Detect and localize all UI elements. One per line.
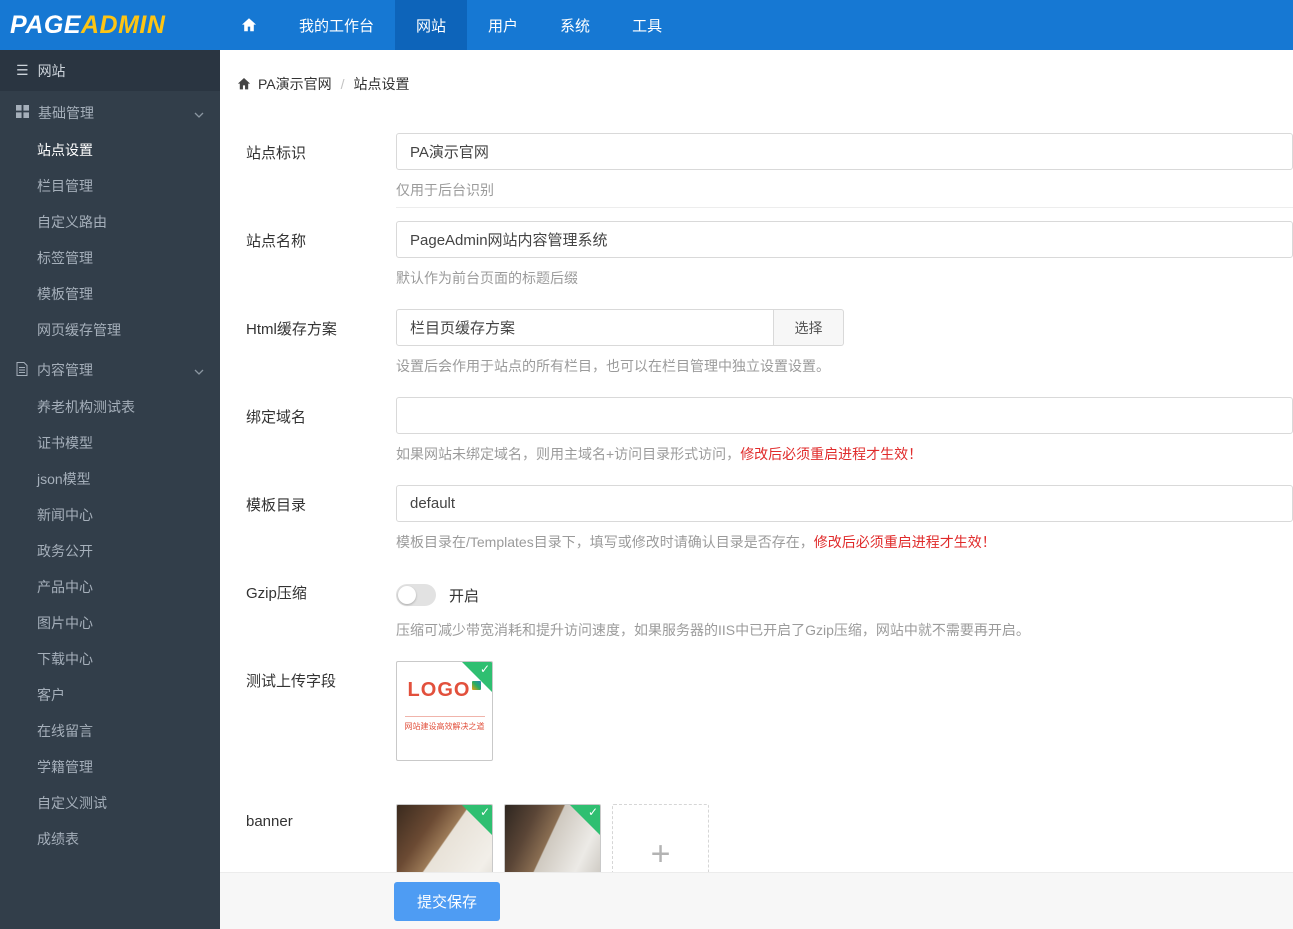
sidebar-item-json-model[interactable]: json模型 <box>0 461 220 497</box>
sidebar-group-content[interactable]: 内容管理 <box>0 351 220 389</box>
field-label: 站点名称 <box>246 233 307 250</box>
field-help: 如果网站未绑定域名，则用主域名+访问目录形式访问，修改后必须重启进程才生效！ <box>396 444 1293 464</box>
field-help: 设置后会作用于站点的所有栏目，也可以在栏目管理中独立设置设置。 <box>396 358 830 374</box>
form-divider <box>396 207 1293 208</box>
field-help: 仅用于后台识别 <box>396 182 494 198</box>
help-warning-text: 修改后必须重启进程才生效！ <box>740 446 923 462</box>
sidebar-item-image-center[interactable]: 图片中心 <box>0 605 220 641</box>
field-label: 绑定域名 <box>246 409 307 426</box>
template-dir-input[interactable] <box>396 485 1293 522</box>
sidebar-item-product-center[interactable]: 产品中心 <box>0 569 220 605</box>
sidebar: ☰ 网站 基础管理 站点设置 栏目管理 自定义路由 标签管理 模板管理 网页缓存… <box>0 50 220 929</box>
check-icon: ✓ <box>479 805 490 819</box>
sidebar-item-column-manage[interactable]: 栏目管理 <box>0 168 220 204</box>
field-html-cache: Html缓存方案 选择 设置后会作用于站点的所有栏目，也可以在栏目管理中独立设置… <box>246 309 1293 376</box>
nav-item-tools[interactable]: 工具 <box>611 0 683 50</box>
field-label: Gzip压缩 <box>246 585 307 602</box>
html-cache-input[interactable] <box>396 309 774 346</box>
html-cache-select-button[interactable]: 选择 <box>774 309 844 346</box>
breadcrumb-site[interactable]: PA演示官网 <box>258 74 332 94</box>
sidebar-item-customers[interactable]: 客户 <box>0 677 220 713</box>
field-bind-domain: 绑定域名 如果网站未绑定域名，则用主域名+访问目录形式访问，修改后必须重启进程才… <box>246 397 1293 464</box>
home-icon <box>237 77 251 91</box>
document-icon <box>16 361 28 379</box>
site-name-input[interactable] <box>396 221 1293 258</box>
site-id-input[interactable] <box>396 133 1293 170</box>
field-template-dir: 模板目录 模板目录在/Templates目录下，填写或修改时请确认目录是否存在，… <box>246 485 1293 552</box>
logo-subtext: 网站建设高效解决之道 <box>404 716 485 732</box>
help-text: 如果网站未绑定域名，则用主域名+访问目录形式访问， <box>396 446 741 462</box>
bind-domain-input[interactable] <box>396 397 1293 434</box>
sidebar-group-label: 内容管理 <box>37 362 93 378</box>
plus-icon: + <box>650 834 671 873</box>
top-navbar: PAGE ADMIN 我的工作台 网站 用户 系统 工具 <box>0 0 1293 50</box>
uploaded-logo-thumbnail[interactable]: LOGO 网站建设高效解决之道 ✓ <box>396 661 493 761</box>
gzip-toggle-label: 开启 <box>449 587 480 605</box>
field-site-id: 站点标识 仅用于后台识别 <box>246 133 1293 200</box>
sidebar-header: ☰ 网站 <box>0 50 220 91</box>
check-icon: ✓ <box>479 662 490 676</box>
sidebar-item-tag-manage[interactable]: 标签管理 <box>0 240 220 276</box>
field-label: 站点标识 <box>246 145 307 162</box>
sidebar-item-site-settings[interactable]: 站点设置 <box>0 132 220 168</box>
submit-save-button[interactable]: 提交保存 <box>394 881 501 921</box>
home-nav-item[interactable] <box>220 0 278 50</box>
nav-item-system[interactable]: 系统 <box>539 0 611 50</box>
pageadmin-logo: PAGE ADMIN <box>0 0 220 50</box>
field-label: 测试上传字段 <box>246 673 337 690</box>
breadcrumb: PA演示官网 / 站点设置 <box>220 50 1293 94</box>
home-icon <box>241 17 257 33</box>
sidebar-item-score-table[interactable]: 成绩表 <box>0 821 220 857</box>
field-gzip: Gzip压缩 开启 压缩可减少带宽消耗和提升访问速度，如果服务器的IIS中已开启… <box>246 573 1293 640</box>
sidebar-item-elder-test-table[interactable]: 养老机构测试表 <box>0 389 220 425</box>
field-help: 默认作为前台页面的标题后缀 <box>396 270 578 286</box>
breadcrumb-separator: / <box>340 76 345 92</box>
site-settings-form: 站点标识 仅用于后台识别 站点名称 默认作为前台页面的标题后缀 Html缓存方案… <box>220 94 1293 904</box>
logo-part-admin: ADMIN <box>81 10 166 39</box>
sidebar-item-news-center[interactable]: 新闻中心 <box>0 497 220 533</box>
field-site-name: 站点名称 默认作为前台页面的标题后缀 <box>246 221 1293 288</box>
sidebar-item-student-manage[interactable]: 学籍管理 <box>0 749 220 785</box>
sidebar-item-guestbook[interactable]: 在线留言 <box>0 713 220 749</box>
html-cache-input-group: 选择 <box>396 309 844 346</box>
sidebar-group-basic[interactable]: 基础管理 <box>0 94 220 132</box>
help-warning-text: 修改后必须重启进程才生效！ <box>813 534 996 550</box>
sidebar-item-gov-public[interactable]: 政务公开 <box>0 533 220 569</box>
sidebar-item-webcache-manage[interactable]: 网页缓存管理 <box>0 312 220 348</box>
main-content: PA演示官网 / 站点设置 站点标识 仅用于后台识别 站点名称 默认作为前台页面… <box>220 50 1293 929</box>
hamburger-icon[interactable]: ☰ <box>16 62 29 79</box>
nav-item-website[interactable]: 网站 <box>395 0 468 50</box>
sidebar-item-custom-test[interactable]: 自定义测试 <box>0 785 220 821</box>
check-icon: ✓ <box>587 805 598 819</box>
field-upload-test: 测试上传字段 LOGO 网站建设高效解决之道 ✓ <box>246 661 1293 761</box>
sidebar-group-label: 基础管理 <box>38 105 94 121</box>
logo-part-page: PAGE <box>10 10 81 39</box>
sidebar-item-custom-route[interactable]: 自定义路由 <box>0 204 220 240</box>
gzip-toggle[interactable] <box>396 584 436 606</box>
top-nav-menu: 我的工作台 网站 用户 系统 工具 <box>220 0 683 50</box>
sidebar-title: 网站 <box>37 62 66 79</box>
field-label: 模板目录 <box>246 497 307 514</box>
field-label: Html缓存方案 <box>246 321 337 338</box>
chevron-down-icon <box>194 105 204 121</box>
sidebar-item-template-manage[interactable]: 模板管理 <box>0 276 220 312</box>
field-help: 压缩可减少带宽消耗和提升访问速度，如果服务器的IIS中已开启了Gzip压缩，网站… <box>396 622 1030 638</box>
nav-item-workbench[interactable]: 我的工作台 <box>278 0 395 50</box>
nav-item-users[interactable]: 用户 <box>467 0 539 50</box>
toggle-knob <box>398 586 416 604</box>
field-help: 模板目录在/Templates目录下，填写或修改时请确认目录是否存在，修改后必须… <box>396 532 1293 552</box>
grid-icon <box>16 105 29 121</box>
footer-action-bar: 提交保存 <box>220 872 1293 929</box>
sidebar-item-download-center[interactable]: 下载中心 <box>0 641 220 677</box>
sidebar-item-cert-model[interactable]: 证书模型 <box>0 425 220 461</box>
logo-word: LOGO <box>407 679 471 701</box>
chevron-down-icon <box>194 362 204 378</box>
help-text: 模板目录在/Templates目录下，填写或修改时请确认目录是否存在， <box>396 534 814 550</box>
breadcrumb-page: 站点设置 <box>353 76 410 92</box>
